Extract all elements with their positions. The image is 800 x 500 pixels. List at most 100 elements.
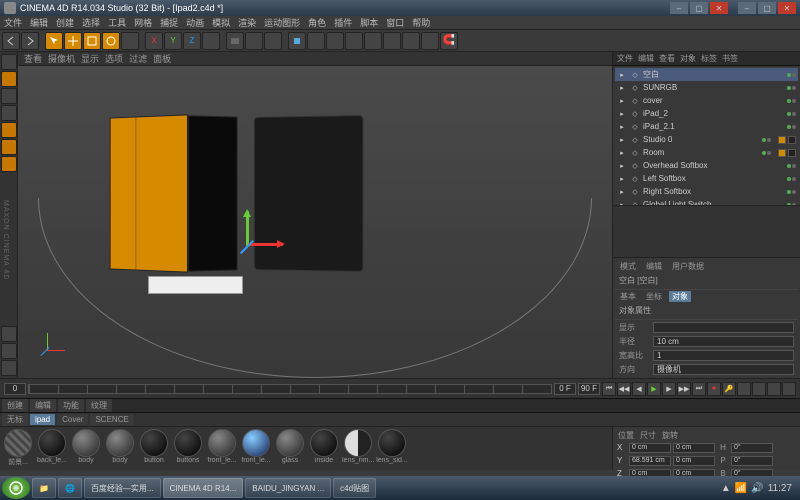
expand-icon[interactable]: ▸ xyxy=(617,187,627,197)
menu-编辑[interactable]: 编辑 xyxy=(30,16,48,29)
texture-mode[interactable] xyxy=(1,105,17,121)
expand-icon[interactable]: ▸ xyxy=(617,122,627,132)
menu-模拟[interactable]: 模拟 xyxy=(212,16,230,29)
vptab-摄像机[interactable]: 摄像机 xyxy=(48,52,75,65)
vptab-面板[interactable]: 面板 xyxy=(153,52,171,65)
goto-start[interactable]: ⏮ xyxy=(602,382,616,396)
timeline-slider[interactable] xyxy=(28,384,552,394)
gizmo-x-axis[interactable] xyxy=(248,243,283,246)
material-item[interactable]: inside xyxy=(308,429,340,468)
tray-clock[interactable]: 11:27 xyxy=(768,483,792,494)
menu-选择[interactable]: 选择 xyxy=(82,16,100,29)
model-mode[interactable] xyxy=(1,71,17,87)
record-key[interactable]: ● xyxy=(707,382,721,396)
object-name[interactable]: Left Softbox xyxy=(643,174,784,183)
expand-icon[interactable]: ▸ xyxy=(617,135,627,145)
taskbar-app[interactable]: 百度经验—实用... xyxy=(84,478,161,498)
material-item[interactable]: button xyxy=(138,429,170,468)
render-picture[interactable] xyxy=(245,32,263,50)
deformer-tool[interactable] xyxy=(364,32,382,50)
material-preview[interactable] xyxy=(208,429,236,457)
camera-tool[interactable] xyxy=(402,32,420,50)
object-row[interactable]: ▸◇Right Softbox xyxy=(615,185,798,198)
primitive-cube[interactable] xyxy=(288,32,306,50)
magnet-icon[interactable]: 🧲 xyxy=(440,32,458,50)
move-tool[interactable] xyxy=(64,32,82,50)
key-param[interactable] xyxy=(782,382,796,396)
menu-窗口[interactable]: 窗口 xyxy=(386,16,404,29)
undo-button[interactable] xyxy=(2,32,20,50)
doc-close-button[interactable]: ✕ xyxy=(778,2,796,14)
make-editable[interactable] xyxy=(1,54,17,70)
btab[interactable]: 功能 xyxy=(58,399,84,412)
select-tool[interactable] xyxy=(45,32,63,50)
rotate-tool[interactable] xyxy=(102,32,120,50)
material-item[interactable]: body xyxy=(70,429,102,468)
material-item[interactable]: buttons xyxy=(172,429,204,468)
spline-tool[interactable] xyxy=(307,32,325,50)
object-row[interactable]: ▸◇Studio 0 xyxy=(615,133,798,146)
attrtab[interactable]: 编辑 xyxy=(643,261,665,272)
attrtab[interactable]: 用户数据 xyxy=(669,261,707,272)
object-row[interactable]: ▸◇Overhead Softbox xyxy=(615,159,798,172)
close-button[interactable]: ✕ xyxy=(710,2,728,14)
play-button[interactable]: ▶ xyxy=(647,382,661,396)
expand-icon[interactable]: ▸ xyxy=(617,109,627,119)
scale-tool[interactable] xyxy=(83,32,101,50)
vptab-显示[interactable]: 显示 xyxy=(81,52,99,65)
taskbar-pinned-1[interactable]: 📁 xyxy=(32,478,56,498)
object-row[interactable]: ▸◇SUNRGB xyxy=(615,81,798,94)
object-name[interactable]: Right Softbox xyxy=(643,187,784,196)
object-name[interactable]: Overhead Softbox xyxy=(643,161,784,170)
layer-tab[interactable]: SCENCE xyxy=(90,414,133,425)
tweak-mode[interactable] xyxy=(1,326,17,342)
size-input[interactable]: 0 cm xyxy=(673,456,715,466)
material-preview[interactable] xyxy=(310,429,338,457)
prev-frame[interactable]: ◀ xyxy=(632,382,646,396)
material-item[interactable]: 前景... xyxy=(2,429,34,468)
object-name[interactable]: Studio 0 xyxy=(643,135,759,144)
material-preview[interactable] xyxy=(242,429,270,457)
material-item[interactable]: glass xyxy=(274,429,306,468)
material-preview[interactable] xyxy=(38,429,66,457)
z-axis-lock[interactable]: Z xyxy=(183,32,201,50)
taskbar-app[interactable]: CINEMA 4D R14... xyxy=(163,478,244,498)
rtab-查看[interactable]: 查看 xyxy=(659,53,675,64)
rtab-对象[interactable]: 对象 xyxy=(680,53,696,64)
timeline-end-frame[interactable]: 90 F xyxy=(578,383,600,395)
array-tool[interactable] xyxy=(345,32,363,50)
key-pos[interactable] xyxy=(737,382,751,396)
rtab-书签[interactable]: 书签 xyxy=(722,53,738,64)
transform-gizmo[interactable] xyxy=(218,211,278,271)
attr-value[interactable] xyxy=(653,322,794,333)
workplane[interactable] xyxy=(1,360,17,376)
material-preview[interactable] xyxy=(378,429,406,457)
object-name[interactable]: SUNRGB xyxy=(643,83,784,92)
material-item[interactable]: front_le... xyxy=(240,429,272,468)
rtab-编辑[interactable]: 编辑 xyxy=(638,53,654,64)
material-list[interactable]: 前景...back_le...bodybodybuttonbuttonsfron… xyxy=(0,427,612,470)
menu-插件[interactable]: 插件 xyxy=(334,16,352,29)
expand-icon[interactable]: ▸ xyxy=(617,96,627,106)
object-name[interactable]: Room xyxy=(643,148,759,157)
viewport-canvas[interactable] xyxy=(18,66,612,378)
menu-捕捉[interactable]: 捕捉 xyxy=(160,16,178,29)
tray-icon[interactable]: ▲ xyxy=(721,483,731,494)
expand-icon[interactable]: ▸ xyxy=(617,161,627,171)
rot-input[interactable]: 0° xyxy=(731,456,773,466)
taskbar-app[interactable]: c4d贴图 xyxy=(333,478,376,498)
object-row[interactable]: ▸◇Left Softbox xyxy=(615,172,798,185)
material-preview[interactable] xyxy=(140,429,168,457)
material-item[interactable]: body xyxy=(104,429,136,468)
attrtab[interactable]: 模式 xyxy=(617,261,639,272)
menu-工具[interactable]: 工具 xyxy=(108,16,126,29)
size-input[interactable]: 0 cm xyxy=(673,443,715,453)
pos-input[interactable]: 68.591 cm xyxy=(629,456,671,466)
menu-网格[interactable]: 网格 xyxy=(134,16,152,29)
prev-key[interactable]: ◀◀ xyxy=(617,382,631,396)
y-axis-lock[interactable]: Y xyxy=(164,32,182,50)
btab[interactable]: 创建 xyxy=(2,399,28,412)
menu-文件[interactable]: 文件 xyxy=(4,16,22,29)
vptab-查看[interactable]: 查看 xyxy=(24,52,42,65)
menu-帮助[interactable]: 帮助 xyxy=(412,16,430,29)
